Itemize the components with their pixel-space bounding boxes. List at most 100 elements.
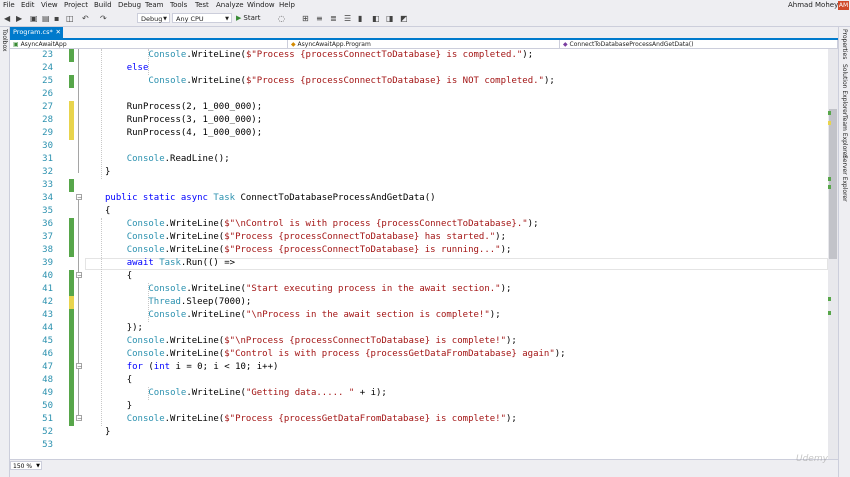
redo-icon[interactable]: ↷: [100, 14, 107, 23]
code-token: .WriteLine(: [186, 310, 246, 320]
code-editor[interactable]: − − − − 23 Console.WriteLine($"Process {p…: [10, 49, 828, 459]
code-token: i = 0; i < 10; i++): [170, 362, 279, 372]
solution-configuration-select[interactable]: Debug ▼: [137, 13, 170, 23]
code-line[interactable]: Console.WriteLine($"Control is with proc…: [127, 348, 566, 361]
open-file-icon[interactable]: ▤: [42, 14, 50, 23]
line-number: 40: [42, 271, 53, 281]
code-line[interactable]: Console.WriteLine($"Process {processConn…: [148, 75, 554, 88]
code-line[interactable]: public static async Task ConnectToDataba…: [105, 192, 436, 205]
indent-guide: [101, 49, 102, 179]
code-line[interactable]: for (int i = 0; i < 10; i++): [127, 361, 279, 374]
code-line[interactable]: RunProcess(3, 1_000_000);: [127, 114, 262, 127]
new-project-icon[interactable]: ▣: [30, 14, 38, 23]
avatar[interactable]: AM: [838, 1, 849, 10]
undo-icon[interactable]: ↶: [82, 14, 89, 23]
toolbox-tab[interactable]: Toolbox: [1, 29, 8, 52]
code-line[interactable]: {: [127, 374, 132, 387]
line-number: 52: [42, 427, 53, 437]
code-line[interactable]: Console.WriteLine($"Process {processConn…: [148, 49, 533, 62]
menu-file[interactable]: File: [3, 1, 15, 10]
code-token: Console: [126, 414, 165, 424]
code-line[interactable]: RunProcess(4, 1_000_000);: [127, 127, 262, 140]
code-line[interactable]: });: [127, 322, 143, 335]
code-line[interactable]: {: [127, 270, 132, 283]
code-token: );: [500, 284, 512, 294]
line-number: 36: [42, 219, 53, 229]
team-explorer-tab[interactable]: Team Explorer: [841, 115, 848, 158]
code-line[interactable]: Console.WriteLine($"Process {processGetD…: [127, 413, 517, 426]
vertical-scrollbar[interactable]: [828, 49, 838, 459]
code-line[interactable]: }: [105, 166, 110, 179]
prev-bookmark-icon[interactable]: ◧: [372, 14, 380, 23]
menu-build[interactable]: Build: [94, 1, 112, 10]
menu-project[interactable]: Project: [64, 1, 88, 10]
change-marker: [828, 311, 831, 315]
code-line[interactable]: }: [127, 400, 132, 413]
step-icon[interactable]: ⊞: [302, 14, 309, 23]
scrollbar-thumb[interactable]: [829, 109, 837, 259]
clear-bookmarks-icon[interactable]: ◩: [400, 14, 408, 23]
align-left-icon[interactable]: ≡: [316, 14, 323, 23]
properties-tab[interactable]: Properties: [841, 29, 848, 59]
comment-icon[interactable]: ≣: [330, 14, 337, 23]
menu-window[interactable]: Window: [247, 1, 275, 10]
code-token: .Run(() =>: [180, 258, 236, 268]
code-line[interactable]: Console.WriteLine($"Process {processConn…: [127, 244, 512, 257]
class-dropdown[interactable]: ◆ AsyncAwaitApp.Program: [288, 40, 560, 49]
menu-test[interactable]: Test: [195, 1, 209, 10]
watermark: Udemy: [796, 454, 828, 464]
menu-view[interactable]: View: [41, 1, 58, 10]
server-explorer-tab[interactable]: Server Explorer: [841, 155, 848, 202]
tab-program-cs[interactable]: Program.cs* ✕: [10, 27, 63, 38]
code-line[interactable]: Thread.Sleep(7000);: [148, 296, 251, 309]
next-bookmark-icon[interactable]: ◨: [386, 14, 394, 23]
menu-team[interactable]: Team: [145, 1, 164, 10]
code-line[interactable]: }: [105, 426, 110, 439]
code-line[interactable]: Console.WriteLine("Start executing proce…: [148, 283, 511, 296]
code-line[interactable]: Console.WriteLine("Getting data..... " +…: [148, 387, 386, 400]
outline-line: [78, 49, 79, 173]
solution-platform-select[interactable]: Any CPU ▼: [172, 13, 232, 23]
line-number: 23: [42, 50, 53, 60]
browser-link-icon[interactable]: ◌: [278, 14, 285, 23]
code-line[interactable]: RunProcess(2, 1_000_000);: [127, 101, 262, 114]
code-token: Console: [126, 219, 165, 229]
save-all-icon[interactable]: ◫: [66, 14, 74, 23]
collapse-icon[interactable]: −: [76, 272, 82, 279]
close-icon[interactable]: ✕: [56, 27, 61, 38]
save-icon[interactable]: ▪: [54, 14, 59, 23]
menu-help[interactable]: Help: [279, 1, 295, 10]
bookmark-icon[interactable]: ▮: [358, 14, 362, 23]
back-icon[interactable]: ◀: [4, 14, 10, 23]
zoom-select[interactable]: 150 % ▼: [10, 461, 42, 470]
change-indicator: [69, 296, 74, 309]
code-line[interactable]: Console.WriteLine($"\nControl is with pr…: [127, 218, 539, 231]
solution-explorer-tab[interactable]: Solution Explorer: [841, 64, 848, 115]
code-line[interactable]: Console.WriteLine($"\nProcess {processCo…: [127, 335, 517, 348]
menu-debug[interactable]: Debug: [118, 1, 141, 10]
project-dropdown[interactable]: ▣ AsyncAwaitApp: [10, 40, 288, 49]
code-token: }: [105, 167, 111, 177]
code-line[interactable]: {: [105, 205, 110, 218]
line-number: 44: [42, 323, 53, 333]
change-indicator: [69, 49, 74, 62]
code-line[interactable]: else: [127, 62, 149, 75]
code-line[interactable]: await Task.Run(() =>: [127, 257, 235, 270]
code-line[interactable]: Console.WriteLine("\nProcess in the awai…: [148, 309, 500, 322]
menu-analyze[interactable]: Analyze: [216, 1, 244, 10]
member-dropdown[interactable]: ◆ ConnectToDatabaseProcessAndGetData(): [560, 40, 838, 49]
collapse-icon[interactable]: −: [76, 363, 82, 370]
user-name[interactable]: Ahmad Mohey: [788, 1, 838, 10]
change-indicator: [69, 283, 74, 296]
forward-icon[interactable]: ▶: [16, 14, 22, 23]
change-indicator: [69, 127, 74, 140]
left-tool-rail: Toolbox: [0, 27, 10, 477]
collapse-icon[interactable]: −: [76, 415, 82, 422]
code-line[interactable]: Console.WriteLine($"Process {processConn…: [127, 231, 506, 244]
code-line[interactable]: Console.ReadLine();: [127, 153, 230, 166]
collapse-icon[interactable]: −: [76, 194, 82, 201]
menu-edit[interactable]: Edit: [21, 1, 35, 10]
menu-tools[interactable]: Tools: [170, 1, 187, 10]
uncomment-icon[interactable]: ☰: [344, 14, 351, 23]
start-button[interactable]: ▶ Start: [236, 14, 261, 23]
